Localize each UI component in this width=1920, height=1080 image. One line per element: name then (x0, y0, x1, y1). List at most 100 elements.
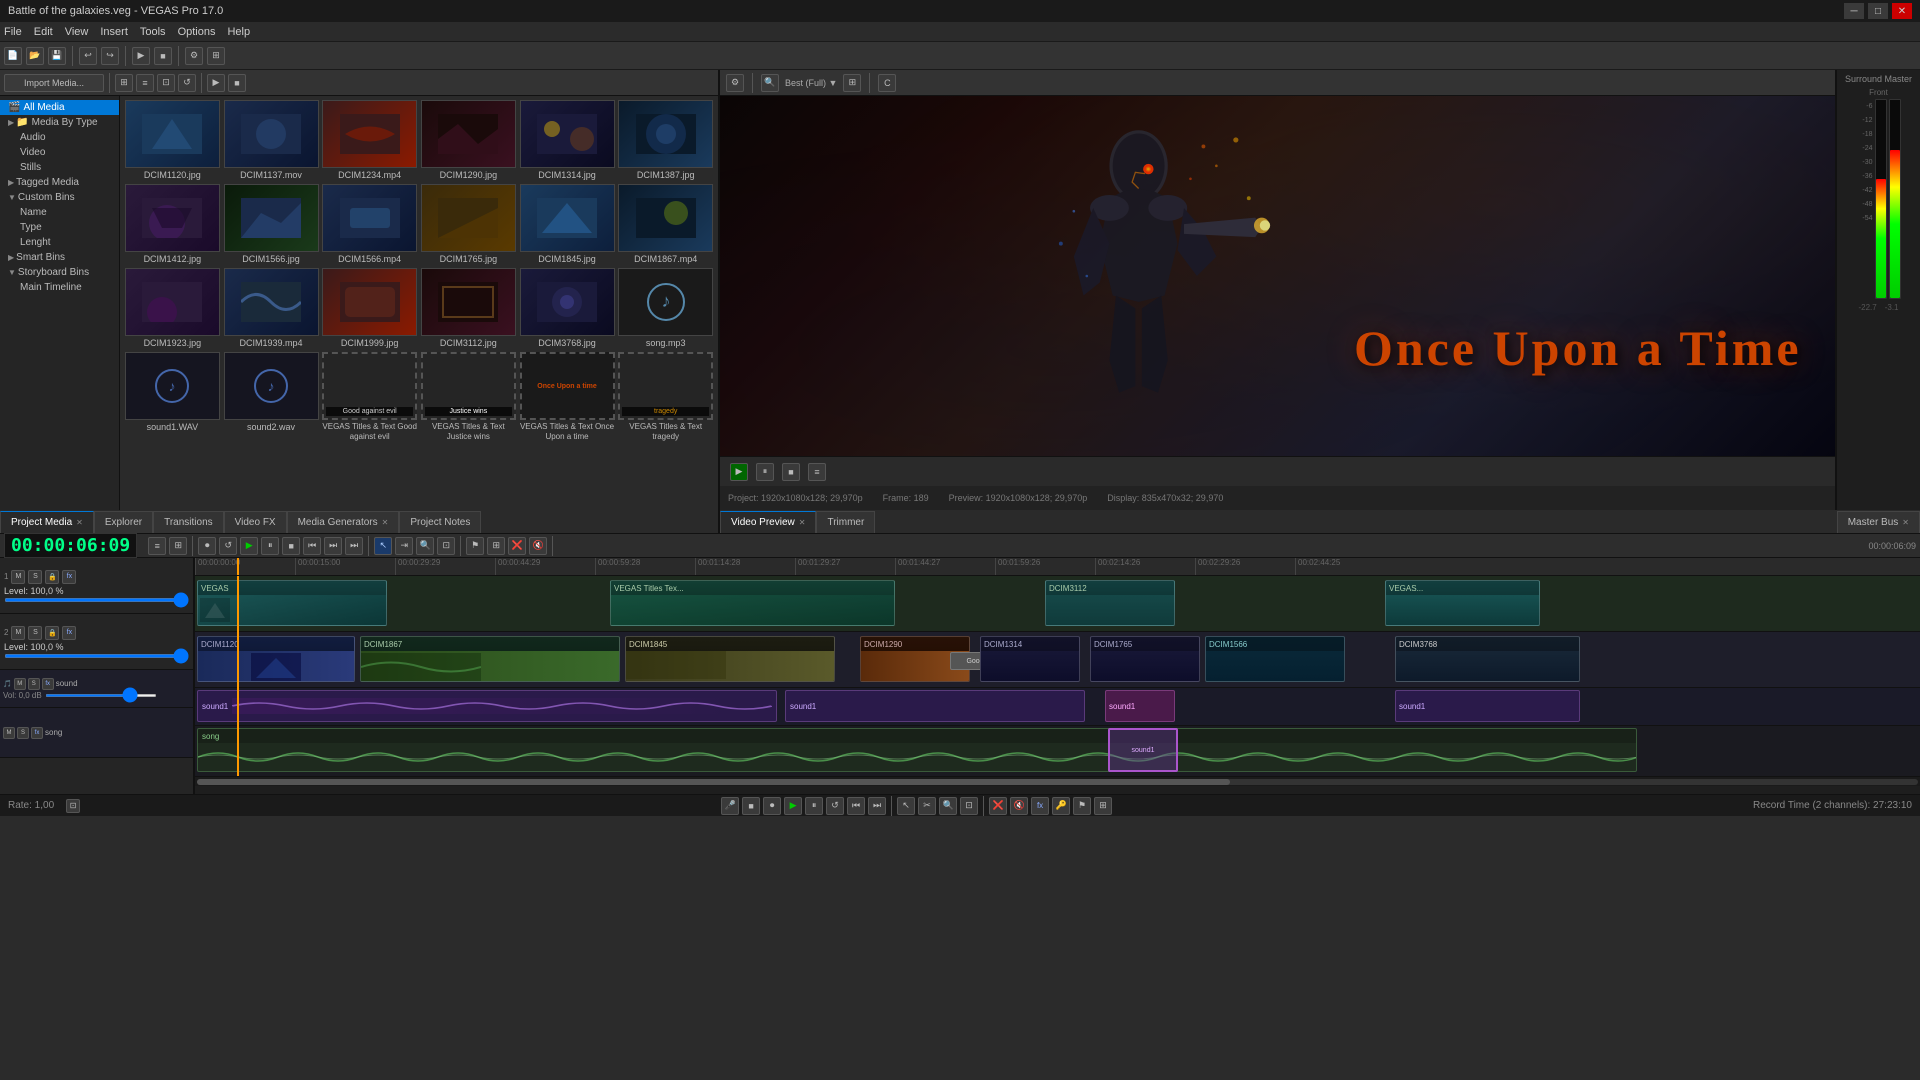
preview-channel[interactable]: C (878, 74, 896, 92)
audio-clip-song[interactable]: song (197, 728, 1637, 772)
tree-all-media[interactable]: 🎬 All Media (0, 100, 119, 115)
tl-stop[interactable]: ■ (282, 537, 300, 555)
preview-loop-button[interactable]: ≡ (808, 463, 826, 481)
media-item-dcim1137[interactable]: DCIM1137.mov (223, 100, 320, 180)
track1-lock[interactable]: 🔒 (45, 570, 59, 584)
tab-project-media[interactable]: Project Media ✕ (0, 511, 94, 533)
bt-region2[interactable]: ⊞ (1094, 797, 1112, 815)
clip-dcim3768[interactable]: DCIM3768 (1395, 636, 1580, 682)
media-item-sound1[interactable]: ♪ sound1.WAV (124, 352, 221, 448)
media-item-dcim1923[interactable]: DCIM1923.jpg (124, 268, 221, 348)
render-button[interactable]: ⚙ (185, 47, 203, 65)
song-solo[interactable]: S (17, 727, 29, 739)
bt-stop[interactable]: ■ (742, 797, 760, 815)
tl-next[interactable]: ⏭ (324, 537, 342, 555)
media-item-title-tragedy[interactable]: tragedy VEGAS Titles & Text tragedy (617, 352, 714, 448)
tab-media-generators[interactable]: Media Generators ✕ (287, 511, 400, 533)
menu-insert[interactable]: Insert (100, 26, 128, 38)
highlighted-clip[interactable]: sound1 (1108, 728, 1178, 772)
audio1-mute[interactable]: M (14, 678, 26, 690)
clip-dcim1845[interactable]: DCIM1845 (625, 636, 835, 682)
tab-trimmer[interactable]: Trimmer (816, 511, 875, 533)
import-media-button[interactable]: Import Media... (4, 74, 104, 92)
minimize-button[interactable]: ─ (1844, 3, 1864, 19)
media-item-dcim1845[interactable]: DCIM1845.jpg (519, 184, 616, 264)
save-button[interactable]: 💾 (48, 47, 66, 65)
clip-dcim1566[interactable]: DCIM1566 (1205, 636, 1345, 682)
clip-dcim1867[interactable]: DCIM1867 (360, 636, 620, 682)
bt-loop[interactable]: ↺ (826, 797, 844, 815)
track2-mute[interactable]: M (11, 626, 25, 640)
clip-dcim1314[interactable]: DCIM1314 (980, 636, 1080, 682)
track1-mute[interactable]: M (11, 570, 25, 584)
tree-custom-bins[interactable]: ▼ Custom Bins (0, 190, 119, 205)
media-item-dcim1412[interactable]: DCIM1412.jpg (124, 184, 221, 264)
play-media-button[interactable]: ▶ (207, 74, 225, 92)
audio-clip-sound1-2[interactable]: sound1 (785, 690, 1085, 722)
media-item-dcim1234[interactable]: DCIM1234.mp4 (321, 100, 418, 180)
tree-main-timeline[interactable]: Main Timeline (0, 280, 119, 295)
media-item-title-justice[interactable]: Justice wins VEGAS Titles & Text Justice… (420, 352, 517, 448)
media-item-dcim3112[interactable]: DCIM3112.jpg (420, 268, 517, 348)
bt-prev-frame[interactable]: ⏮ (847, 797, 865, 815)
track1-solo[interactable]: S (28, 570, 42, 584)
bt-key[interactable]: 🔑 (1052, 797, 1070, 815)
tab-explorer[interactable]: Explorer (94, 511, 153, 533)
media-item-dcim1566mp4[interactable]: DCIM1566.mp4 (321, 184, 418, 264)
tree-tagged-media[interactable]: ▶ Tagged Media (0, 175, 119, 190)
tl-btn-2[interactable]: ⊞ (169, 537, 187, 555)
media-item-song[interactable]: ♪ song.mp3 (617, 268, 714, 348)
song-mute[interactable]: M (3, 727, 15, 739)
menu-tools[interactable]: Tools (140, 26, 166, 38)
track2-fx[interactable]: fx (62, 626, 76, 640)
undo-button[interactable]: ↩ (79, 47, 97, 65)
media-item-dcim1939[interactable]: DCIM1939.mp4 (223, 268, 320, 348)
tl-loop[interactable]: ↺ (219, 537, 237, 555)
menu-view[interactable]: View (65, 26, 89, 38)
audio-clip-sound1-3[interactable]: sound1 (1105, 690, 1175, 722)
tree-audio[interactable]: Audio (0, 130, 119, 145)
audio-clip-sound1-1[interactable]: sound1 (197, 690, 777, 722)
clip-dcim3112-v1[interactable]: DCIM3112 (1045, 580, 1175, 626)
preview-pause-button[interactable]: ⏸ (756, 463, 774, 481)
tab-project-notes[interactable]: Project Notes (399, 511, 481, 533)
tree-type[interactable]: Type (0, 220, 119, 235)
tree-stills[interactable]: Stills (0, 160, 119, 175)
tl-prev[interactable]: ⏮ (303, 537, 321, 555)
bt-mute2[interactable]: 🔇 (1010, 797, 1028, 815)
tab-video-fx[interactable]: Video FX (224, 511, 287, 533)
track2-solo[interactable]: S (28, 626, 42, 640)
tl-zoom-in[interactable]: 🔍 (416, 537, 434, 555)
tl-end[interactable]: ⏭ (345, 537, 363, 555)
tree-length[interactable]: Lenght (0, 235, 119, 250)
media-item-dcim1999[interactable]: DCIM1999.jpg (321, 268, 418, 348)
media-item-dcim1314[interactable]: DCIM1314.jpg (519, 100, 616, 180)
clip-dcim1765[interactable]: DCIM1765 (1090, 636, 1200, 682)
bt-zoom2[interactable]: 🔍 (939, 797, 957, 815)
view-toggle[interactable]: ⊞ (115, 74, 133, 92)
open-button[interactable]: 📂 (26, 47, 44, 65)
menu-help[interactable]: Help (227, 26, 250, 38)
stop-button[interactable]: ■ (154, 47, 172, 65)
play-button[interactable]: ▶ (132, 47, 150, 65)
tl-select[interactable]: ↖ (374, 537, 392, 555)
track2-lock[interactable]: 🔒 (45, 626, 59, 640)
tree-storyboard[interactable]: ▼ Storyboard Bins (0, 265, 119, 280)
media-item-sound2[interactable]: ♪ sound2.wav (223, 352, 320, 448)
audio-clip-sound1-4[interactable]: sound1 (1395, 690, 1580, 722)
refresh-button[interactable]: ↺ (178, 74, 196, 92)
bt-mark[interactable]: ⚑ (1073, 797, 1091, 815)
menu-file[interactable]: File (4, 26, 22, 38)
tl-play[interactable]: ▶ (240, 537, 258, 555)
track2-level-slider[interactable] (4, 654, 189, 658)
bt-cut[interactable]: ❌ (989, 797, 1007, 815)
song-fx[interactable]: fx (31, 727, 43, 739)
redo-button[interactable]: ↪ (101, 47, 119, 65)
bt-fx2[interactable]: fx (1031, 797, 1049, 815)
tl-mute[interactable]: 🔇 (529, 537, 547, 555)
media-item-title-good[interactable]: Good against evil VEGAS Titles & Text Go… (321, 352, 418, 448)
filter-button[interactable]: ⊡ (157, 74, 175, 92)
tab-video-preview[interactable]: Video Preview ✕ (720, 511, 816, 533)
menu-options[interactable]: Options (178, 26, 216, 38)
sort-button[interactable]: ≡ (136, 74, 154, 92)
